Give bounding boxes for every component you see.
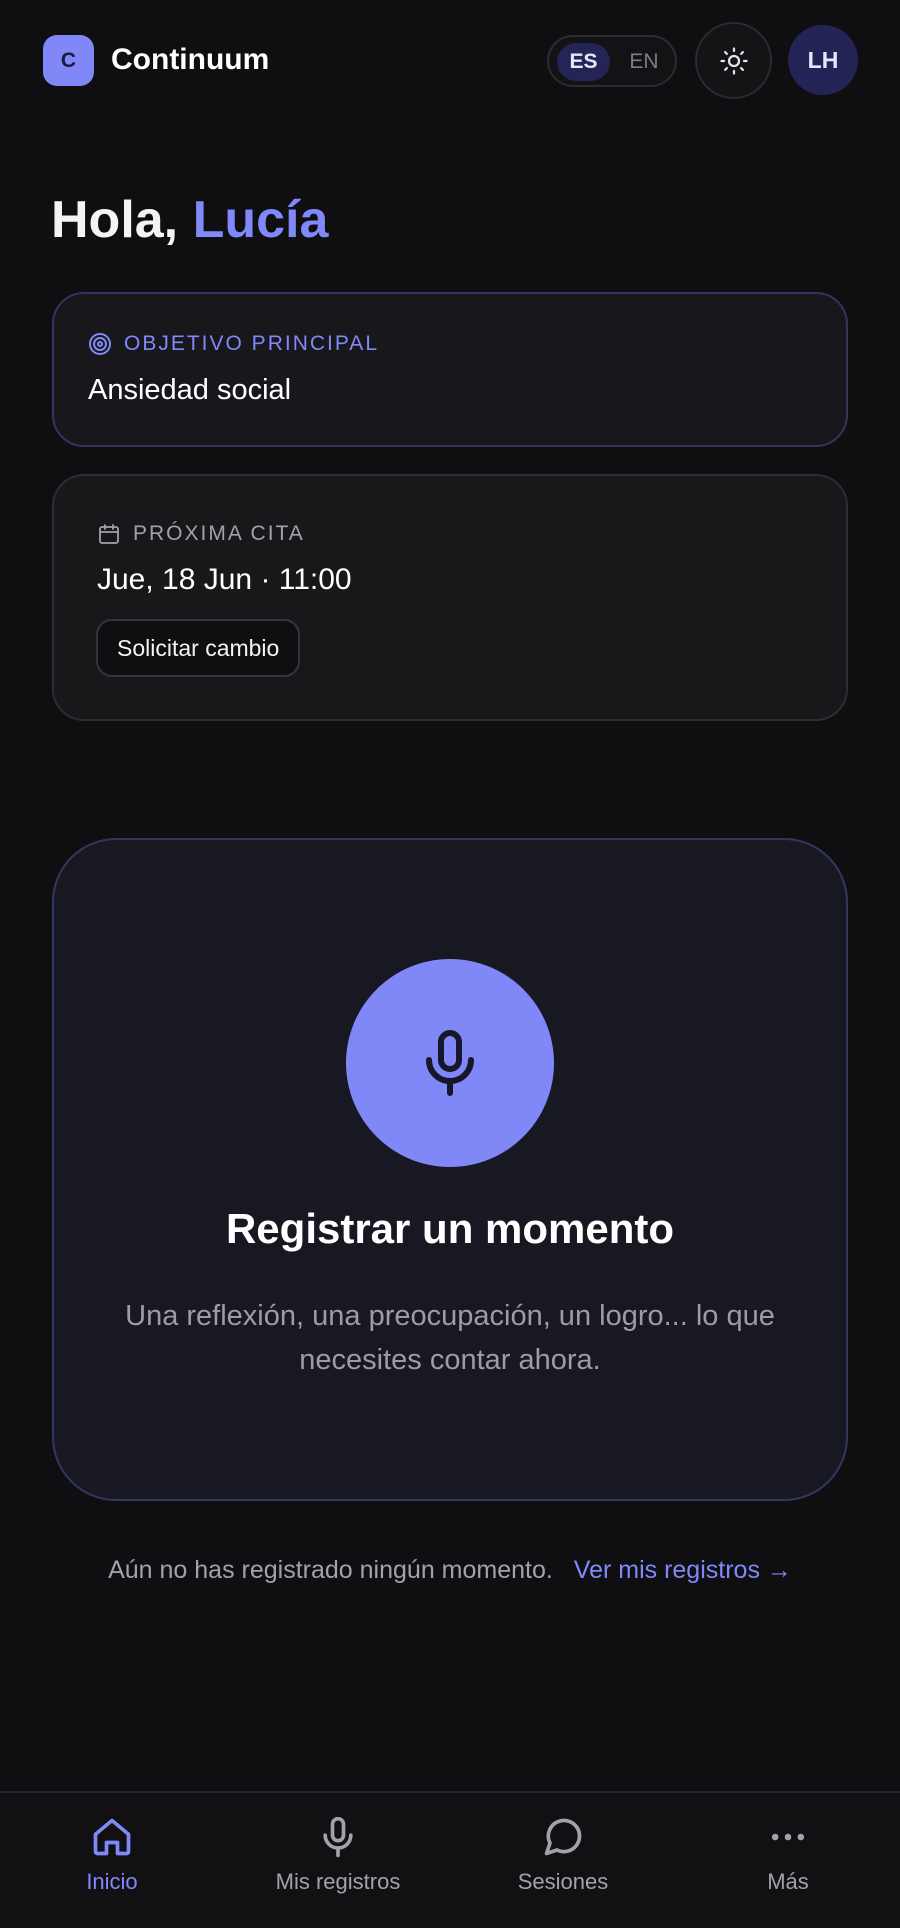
records-empty-text: Aún no has registrado ningún momento. (108, 1556, 553, 1584)
greeting-prefix: Hola, (51, 191, 179, 249)
target-icon (89, 333, 111, 355)
nav-label-inicio: Inicio (86, 1869, 138, 1894)
request-change-button[interactable]: Solicitar cambio (96, 619, 301, 677)
calendar-icon (99, 524, 119, 544)
chat-bubble-icon (544, 1818, 582, 1856)
nav-item-sesiones[interactable]: Sesiones (463, 1815, 663, 1897)
nav-item-mis-registros[interactable]: Mis registros (238, 1815, 438, 1897)
nav-label-mas: Más (767, 1869, 809, 1894)
app-name: Continuum (111, 43, 270, 76)
microphone-icon (323, 1816, 353, 1858)
user-avatar[interactable]: LH (788, 25, 858, 95)
more-dots-icon (771, 1833, 805, 1841)
appointment-label: PRÓXIMA CITA (133, 522, 305, 545)
avatar-initials: LH (807, 46, 839, 73)
record-title: Registrar un momento (225, 1205, 675, 1252)
language-option-en[interactable]: EN (621, 43, 667, 81)
record-moment-card[interactable] (52, 838, 848, 1501)
record-description: Una reflexión, una preocupación, un logr… (125, 1300, 775, 1376)
record-button[interactable] (346, 959, 554, 1167)
logo-letter: C (60, 48, 77, 72)
language-option-es[interactable]: ES (557, 43, 610, 81)
records-note: Aún no has registrado ningún momento. Ve… (0, 1553, 900, 1587)
view-records-label: Ver mis registros (573, 1556, 760, 1584)
appointment-datetime: Jue, 18 Jun · 11:00 (97, 563, 352, 596)
nav-label-sesiones: Sesiones (517, 1869, 609, 1894)
nav-item-mas[interactable]: Más (688, 1815, 888, 1897)
view-records-link[interactable]: Ver mis registros → (574, 1556, 792, 1584)
bottom-navigation: Inicio Mis registros Sesiones Más (0, 1791, 900, 1928)
arrow-right-icon: → (766, 1556, 792, 1584)
sun-icon (719, 46, 748, 75)
home-icon (93, 1818, 131, 1856)
app-logo[interactable]: C (43, 35, 94, 86)
appointment-label-row: PRÓXIMA CITA (97, 520, 305, 548)
goal-value: Ansiedad social (88, 374, 292, 406)
nav-label-mis-registros: Mis registros (275, 1869, 401, 1894)
microphone-icon (426, 1030, 474, 1096)
nav-item-inicio[interactable]: Inicio (12, 1815, 212, 1897)
goal-label-row: OBJETIVO PRINCIPAL (88, 330, 379, 358)
greeting-name: Lucía (192, 191, 329, 249)
goal-label: OBJETIVO PRINCIPAL (124, 332, 379, 355)
language-toggle[interactable]: ES EN (547, 35, 677, 87)
greeting-title: Hola, Lucía (51, 188, 328, 252)
theme-toggle-button[interactable] (695, 22, 772, 99)
